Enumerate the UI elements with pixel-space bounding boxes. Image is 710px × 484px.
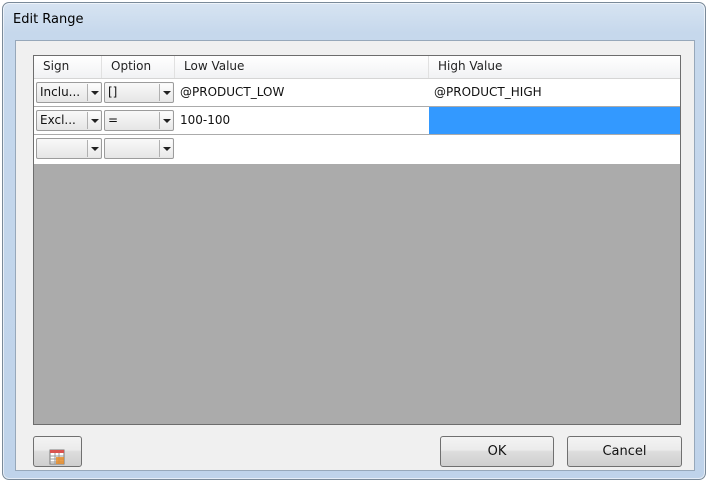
chevron-down-icon[interactable] [159,84,172,101]
sign-dropdown[interactable]: Inclu... [36,82,102,103]
column-header-sign[interactable]: Sign [34,56,102,78]
edit-range-dialog: Edit Range Sign Option Low Value High Va… [2,2,706,480]
window-title: Edit Range [13,12,84,27]
sign-dropdown[interactable] [36,138,102,159]
option-value: = [108,113,119,127]
spreadsheet-icon [49,449,65,465]
ok-button[interactable]: OK [440,436,554,467]
range-grid[interactable]: Sign Option Low Value High Value Inclu..… [33,55,681,425]
chevron-down-icon[interactable] [87,140,100,157]
column-header-high-value[interactable]: High Value [429,56,680,78]
option-dropdown[interactable]: [] [104,82,174,103]
table-row-new[interactable] [34,135,680,164]
chevron-down-icon[interactable] [159,140,172,157]
low-value-cell[interactable]: 100-100 [180,113,230,127]
sign-value: Excl... [40,113,76,127]
column-header-option[interactable]: Option [102,56,175,78]
option-dropdown[interactable] [104,138,174,159]
table-row[interactable]: Inclu... [] @PRODUCT_LOW @PRODUCT_HIGH [34,79,680,106]
cancel-button[interactable]: Cancel [567,436,682,467]
option-dropdown[interactable]: = [104,110,174,131]
table-row[interactable]: Excl... = 100-100 [34,107,680,134]
chevron-down-icon[interactable] [87,84,100,101]
dialog-client-area: Sign Option Low Value High Value Inclu..… [15,40,695,471]
column-header-low-value[interactable]: Low Value [175,56,429,78]
option-value: [] [108,85,118,99]
chevron-down-icon[interactable] [159,112,172,129]
sign-value: Inclu... [40,85,81,99]
low-value-cell[interactable]: @PRODUCT_LOW [180,85,284,99]
high-value-cell-selected[interactable] [429,107,680,134]
high-value-cell[interactable]: @PRODUCT_HIGH [434,85,542,99]
export-button[interactable] [33,436,82,467]
grid-header: Sign Option Low Value High Value [34,56,680,79]
sign-dropdown[interactable]: Excl... [36,110,102,131]
chevron-down-icon[interactable] [87,112,100,129]
